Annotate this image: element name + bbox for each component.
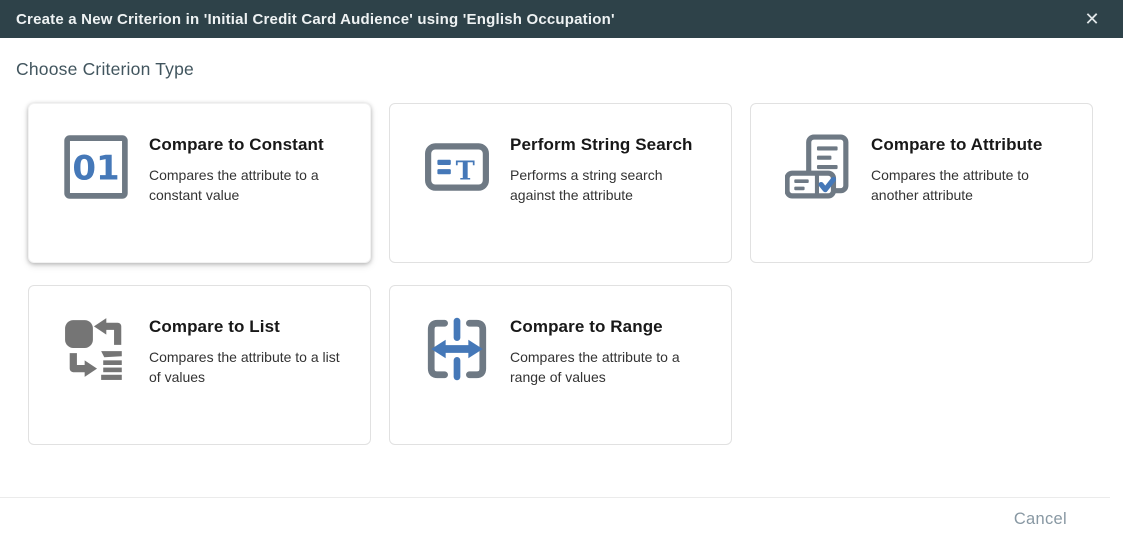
constant-01-icon: 01 <box>63 134 129 200</box>
card-compare-to-attribute[interactable]: Compare to Attribute Compares the attrib… <box>750 103 1093 263</box>
cancel-button[interactable]: Cancel <box>1014 510 1067 529</box>
svg-text:T: T <box>456 156 475 186</box>
card-compare-to-constant[interactable]: 01 Compare to Constant Compares the attr… <box>28 103 371 263</box>
modal-title: Create a New Criterion in 'Initial Credi… <box>16 11 1079 28</box>
attribute-compare-icon <box>785 134 851 200</box>
criterion-type-grid: 01 Compare to Constant Compares the attr… <box>28 103 1095 445</box>
card-title: Compare to List <box>149 317 345 337</box>
choose-criterion-type-heading: Choose Criterion Type <box>16 59 1123 80</box>
card-title: Compare to Range <box>510 317 706 337</box>
card-description: Compares the attribute to a list of valu… <box>149 347 345 387</box>
card-description: Compares the attribute to another attrib… <box>871 165 1067 205</box>
card-description: Compares the attribute to a constant val… <box>149 165 345 205</box>
modal-footer: Cancel <box>0 497 1110 559</box>
card-perform-string-search[interactable]: T Perform String Search Performs a strin… <box>389 103 732 263</box>
create-criterion-modal: Create a New Criterion in 'Initial Credi… <box>0 0 1123 445</box>
modal-header: Create a New Criterion in 'Initial Credi… <box>0 0 1123 38</box>
svg-text:01: 01 <box>72 148 119 188</box>
card-title: Perform String Search <box>510 135 706 155</box>
card-compare-to-range[interactable]: Compare to Range Compares the attribute … <box>389 285 732 445</box>
card-compare-to-list[interactable]: Compare to List Compares the attribute t… <box>28 285 371 445</box>
card-title: Compare to Constant <box>149 135 345 155</box>
list-compare-icon <box>63 316 129 382</box>
card-description: Performs a string search against the att… <box>510 165 706 205</box>
card-description: Compares the attribute to a range of val… <box>510 347 706 387</box>
range-compare-icon <box>424 316 490 382</box>
card-title: Compare to Attribute <box>871 135 1067 155</box>
close-icon[interactable]: ✕ <box>1079 6 1105 32</box>
string-search-icon: T <box>424 134 490 200</box>
